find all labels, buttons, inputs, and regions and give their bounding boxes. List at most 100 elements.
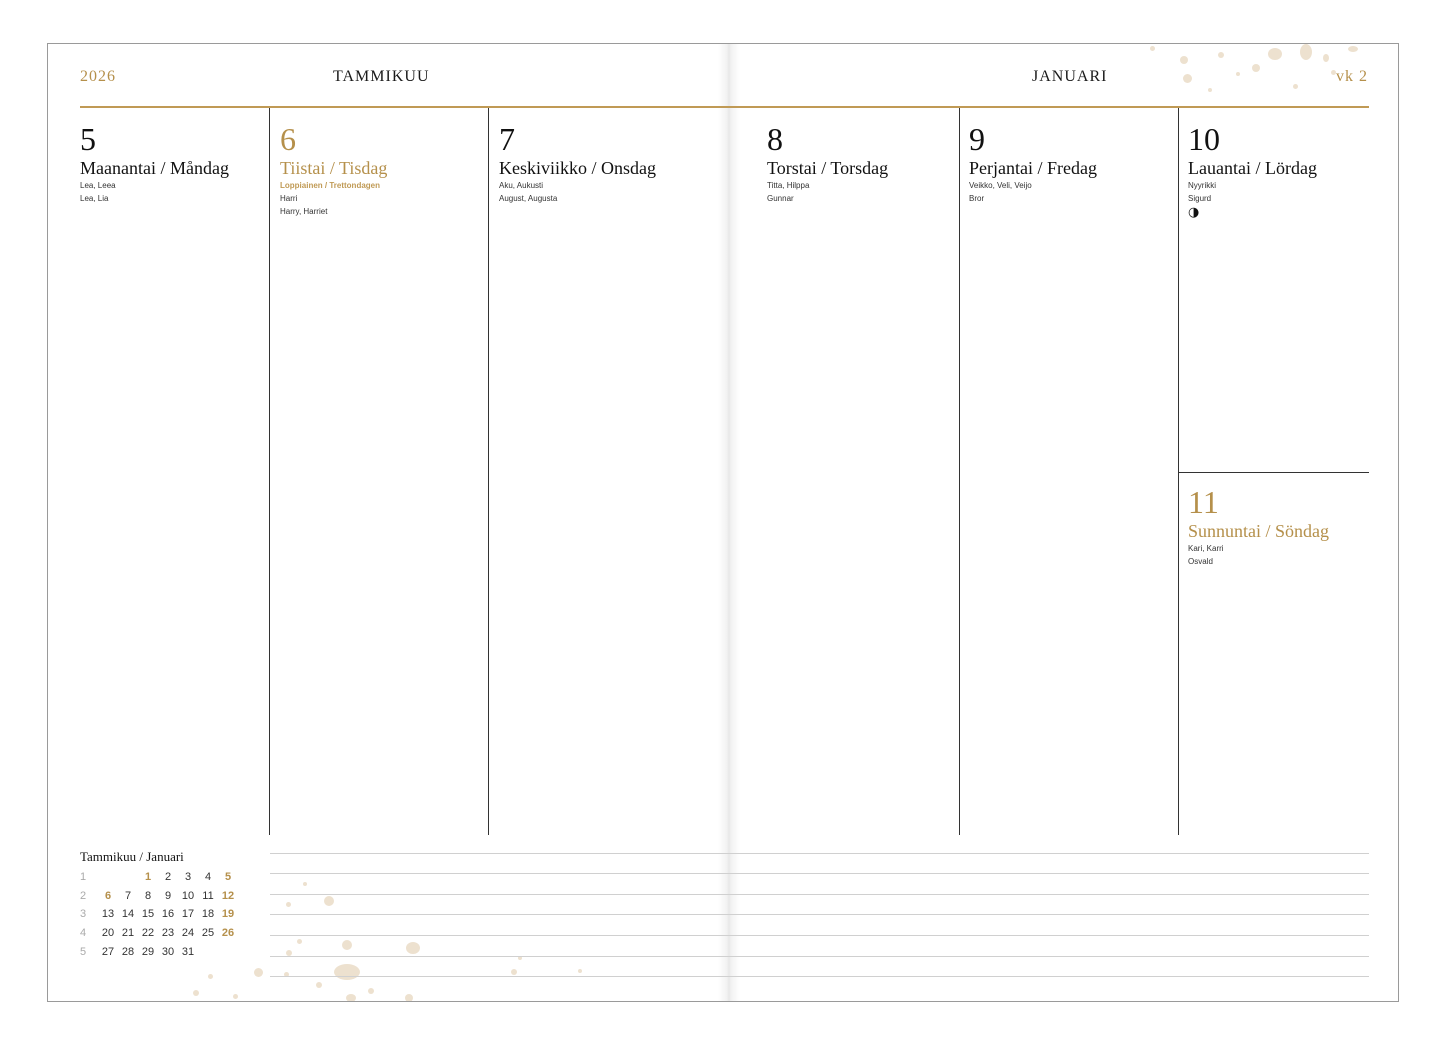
- mini-calendar-day: 24: [181, 927, 195, 940]
- day-name: Maanantai / Måndag: [80, 158, 229, 178]
- mini-calendar-week: 5 27 28 29 30 31: [80, 942, 238, 961]
- note-line: [270, 873, 1369, 874]
- book-spine: [718, 44, 740, 1001]
- column-divider: [269, 108, 270, 835]
- day-cell-wednesday[interactable]: 7 Keskiviikko / Onsdag Aku, Aukusti Augu…: [499, 122, 656, 205]
- mini-calendar-day: 4: [204, 871, 212, 884]
- planner-spread: 2026 TAMMIKUU JANUARI vk 2 5 Maanantai /…: [47, 43, 1399, 1002]
- column-divider: [959, 108, 960, 835]
- week-number: 3: [80, 908, 87, 921]
- name-day-fi: Aku, Aukusti: [499, 181, 544, 190]
- week-number: 1: [80, 871, 87, 884]
- name-day-sv: Harry, Harriet: [280, 207, 328, 216]
- mini-calendar-day: 17: [181, 908, 195, 921]
- day-name: Tiistai / Tisdag: [280, 158, 388, 178]
- mini-calendar-day: 13: [101, 908, 115, 921]
- mini-calendar-day: 6: [104, 889, 112, 902]
- week-number: 5: [80, 945, 87, 958]
- mini-calendar-day: 16: [161, 908, 175, 921]
- day-number: 9: [969, 121, 985, 157]
- day-name: Lauantai / Lördag: [1188, 158, 1317, 178]
- day-cell-monday[interactable]: 5 Maanantai / Måndag Lea, Leea Lea, Lia: [80, 122, 229, 205]
- note-line: [270, 976, 1369, 977]
- mini-calendar-day: 15: [141, 908, 155, 921]
- mini-calendar-week: 112345: [80, 868, 238, 887]
- day-name: Sunnuntai / Söndag: [1188, 521, 1330, 541]
- name-day-fi: Lea, Leea: [80, 181, 116, 190]
- name-day-sv: August, Augusta: [499, 194, 558, 203]
- mini-calendar-day: 21: [121, 927, 135, 940]
- week-number: 4: [80, 927, 87, 940]
- day-name: Keskiviikko / Onsdag: [499, 158, 656, 178]
- month-title-sv: JANUARI: [1032, 68, 1108, 85]
- note-line: [270, 914, 1369, 915]
- column-divider: [488, 108, 489, 835]
- name-day-sv: Bror: [969, 194, 985, 203]
- note-line: [270, 853, 1369, 854]
- mini-calendar-day: [98, 868, 118, 887]
- day-number: 8: [767, 121, 783, 157]
- name-day-fi: Titta, Hilppa: [767, 181, 810, 190]
- mini-calendar-day: 27: [101, 945, 115, 958]
- day-cell-tuesday[interactable]: 6 Tiistai / Tisdag Loppiainen / Trettond…: [280, 122, 387, 218]
- mini-calendar-day: 9: [164, 889, 172, 902]
- note-line: [270, 935, 1369, 936]
- mini-calendar-day: 29: [141, 945, 155, 958]
- mini-calendar-week: 4 20 21 22 23 24 25 26: [80, 924, 238, 943]
- mini-calendar-day: 18: [201, 908, 215, 921]
- day-cell-sunday[interactable]: 11 Sunnuntai / Söndag Kari, Karri Osvald: [1188, 485, 1329, 568]
- name-day-fi: Harri: [280, 194, 298, 203]
- day-number: 5: [80, 121, 96, 157]
- weekend-divider: [1179, 472, 1369, 473]
- mini-calendar-day: 19: [221, 908, 235, 921]
- mini-calendar-day: 10: [181, 889, 195, 902]
- day-name: Perjantai / Fredag: [969, 158, 1097, 178]
- mini-calendar-day: [218, 942, 238, 961]
- header-rule: [80, 106, 1369, 108]
- mini-calendar-week: 3 13 14 15 16 17 18 19: [80, 905, 238, 924]
- day-number: 6: [280, 121, 296, 157]
- mini-calendar-day: 31: [181, 945, 195, 958]
- mini-calendar-day: 20: [101, 927, 115, 940]
- mini-calendar-day: 22: [141, 927, 155, 940]
- name-day-fi: Veikko, Veli, Veijo: [969, 181, 1032, 190]
- name-day-sv: Osvald: [1188, 557, 1213, 566]
- mini-calendar-grid: 1 1 2 3 4 5 2 6 7 8 9 10 11 12 3 13 14 15 16 17 18 19 4 20 21 22 2…: [80, 868, 238, 961]
- day-number: 7: [499, 121, 515, 157]
- mini-calendar-day: 14: [121, 908, 135, 921]
- day-cell-thursday[interactable]: 8 Torstai / Torsdag Titta, Hilppa Gunnar: [767, 122, 888, 205]
- holiday-label: Loppiainen / Trettondagen: [280, 181, 380, 190]
- day-number: 11: [1188, 484, 1219, 520]
- mini-calendar-day: 12: [221, 889, 235, 902]
- week-label: vk 2: [1336, 68, 1368, 85]
- month-title-fi: TAMMIKUU: [333, 68, 430, 85]
- note-line: [270, 894, 1369, 895]
- mini-calendar-day: 28: [121, 945, 135, 958]
- moon-phase-icon: ◑: [1188, 205, 1200, 220]
- mini-calendar-day: 11: [202, 889, 214, 902]
- mini-calendar: Tammikuu / Januari 1 1 2 3 4 5 2 6 7 8 9 10 11 12 3 13 1…: [80, 849, 238, 961]
- year-label: 2026: [80, 68, 116, 85]
- mini-calendar-week: 2 6 7 8 9 10 11 12: [80, 887, 238, 906]
- mini-calendar-day: 25: [201, 927, 215, 940]
- mini-calendar-day: 1: [144, 871, 152, 884]
- mini-calendar-day: 5: [224, 871, 232, 884]
- mini-calendar-day: 30: [161, 945, 175, 958]
- mini-calendar-day: 2: [164, 871, 172, 884]
- name-day-sv: Gunnar: [767, 194, 794, 203]
- day-name: Torstai / Torsdag: [767, 158, 889, 178]
- name-day-sv: Lea, Lia: [80, 194, 109, 203]
- day-number: 10: [1188, 121, 1220, 157]
- day-cell-friday[interactable]: 9 Perjantai / Fredag Veikko, Veli, Veijo…: [969, 122, 1097, 205]
- mini-calendar-day: [118, 868, 138, 887]
- note-line: [270, 956, 1369, 957]
- day-cell-saturday[interactable]: 10 Lauantai / Lördag Nyyrikki Sigurd ◑: [1188, 122, 1317, 221]
- mini-calendar-day: [198, 942, 218, 961]
- mini-calendar-title: Tammikuu / Januari: [80, 849, 184, 864]
- mini-calendar-day: 3: [184, 871, 192, 884]
- mini-calendar-day: 23: [161, 927, 175, 940]
- mini-calendar-day: 7: [124, 889, 132, 902]
- mini-calendar-day: 8: [144, 889, 152, 902]
- mini-calendar-day: 26: [221, 927, 235, 940]
- name-day-fi: Nyyrikki: [1188, 181, 1216, 190]
